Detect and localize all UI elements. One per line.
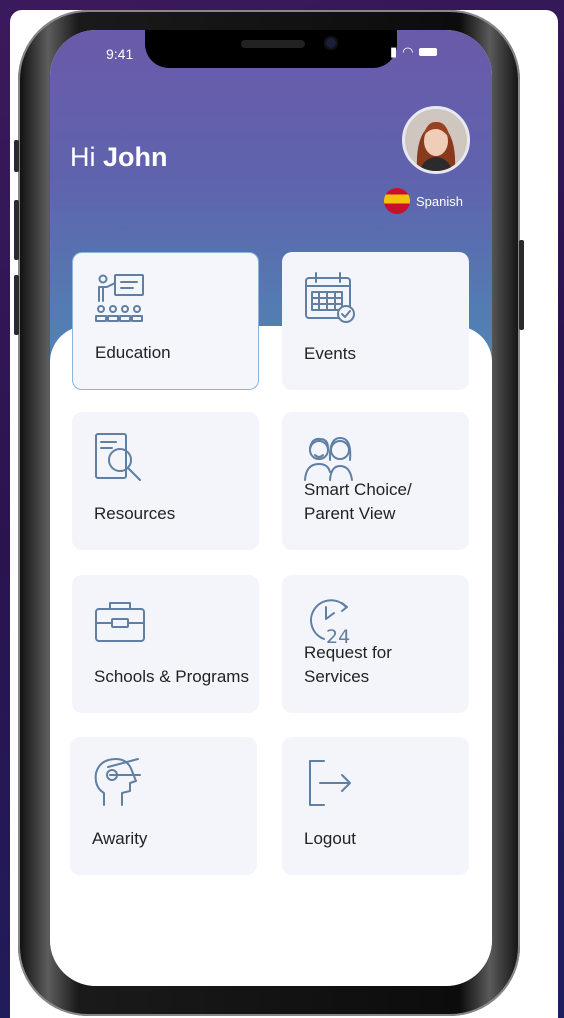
tile-label: Awarity (92, 829, 148, 848)
front-camera (324, 36, 338, 50)
tile-label: Education (95, 343, 171, 362)
tile-label: Events (304, 344, 356, 363)
tile-smart-choice-parent-view[interactable]: Smart Choice/ Parent View (282, 412, 469, 550)
tile-label: Request for Services (304, 643, 392, 686)
volume-up-button (14, 200, 19, 260)
tile-request-for-services[interactable]: 24 Request for Services (282, 575, 469, 713)
battery-icon (418, 48, 437, 56)
notch (145, 30, 397, 68)
wifi-icon: ◠ (402, 44, 414, 59)
language-selector[interactable]: Spanish (384, 188, 463, 214)
avatar-image (405, 109, 467, 171)
avatar[interactable] (402, 106, 470, 174)
tile-logout[interactable]: Logout (282, 737, 469, 875)
signal-icon: ▮ (390, 44, 398, 59)
tile-label: Logout (304, 829, 356, 848)
status-time: 9:41 (106, 46, 134, 62)
calendar-check-icon (305, 272, 355, 323)
language-label: Spanish (416, 193, 463, 209)
status-icons: ▮ ◠ (390, 44, 437, 60)
teacher-classroom-icon (95, 274, 144, 322)
tile-events[interactable]: Events (282, 252, 469, 390)
head-profile-icon (94, 758, 141, 806)
mute-switch (14, 140, 19, 172)
tile-awarity[interactable]: Awarity (70, 737, 257, 875)
greeting: Hi John (70, 142, 168, 173)
tile-label: Resources (94, 504, 176, 523)
spain-flag-icon (384, 188, 410, 214)
tile-label: Schools & Programs (94, 667, 249, 686)
greeting-prefix: Hi (70, 142, 96, 172)
volume-down-button (14, 275, 19, 335)
tile-resources[interactable]: Resources (72, 412, 259, 550)
briefcase-icon (95, 602, 145, 642)
tile-education[interactable]: Education (72, 252, 259, 390)
tile-schools-programs[interactable]: Schools & Programs (72, 575, 259, 713)
tile-label: Smart Choice/ Parent View (304, 480, 412, 523)
document-search-icon (95, 433, 141, 481)
user-name: John (103, 142, 168, 172)
app-screen: 9:41 ▮ ◠ Hi John Spanish Education Event… (50, 30, 492, 986)
power-button (519, 240, 524, 330)
logout-icon (309, 760, 351, 806)
speaker (241, 40, 305, 48)
